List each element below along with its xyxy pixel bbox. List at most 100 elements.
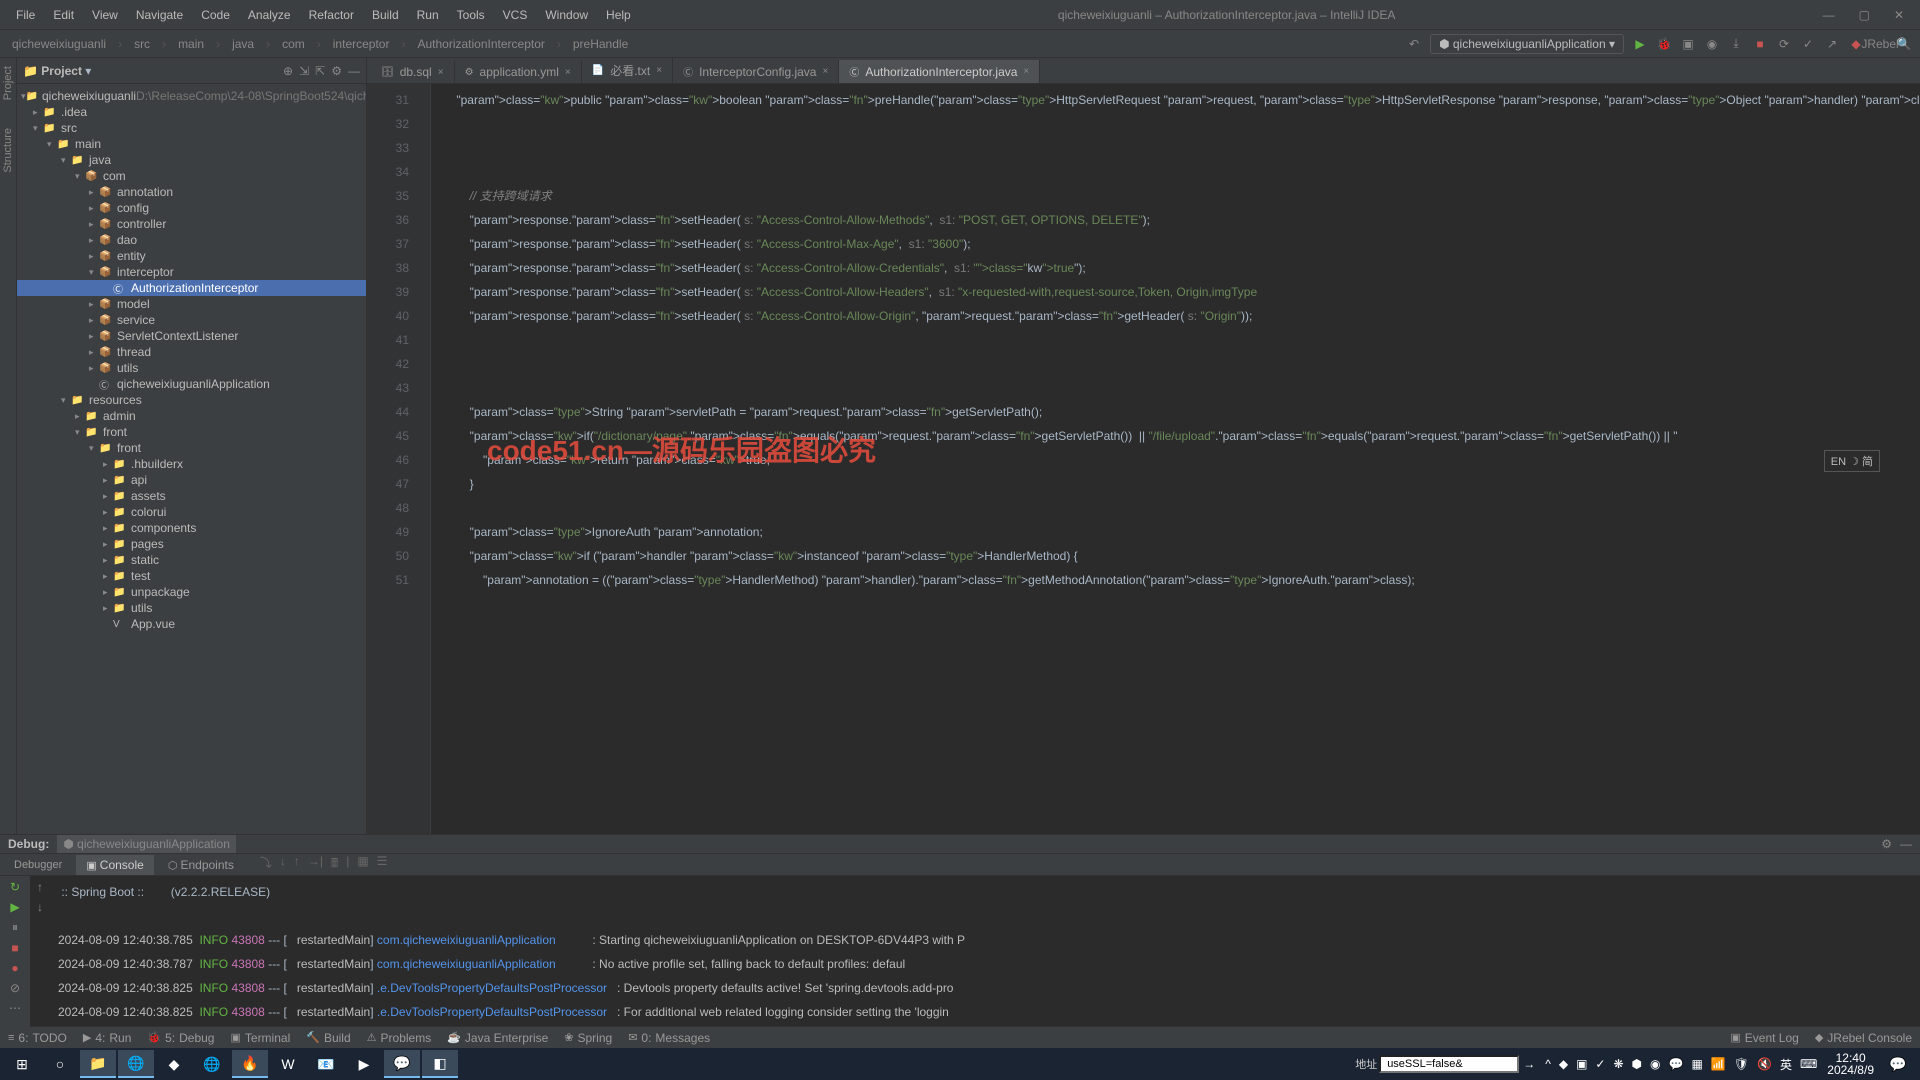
messages-tab[interactable]: ✉ 0:Messages bbox=[628, 1031, 710, 1045]
endpoints-tab[interactable]: ⬡ Endpoints bbox=[158, 855, 244, 875]
editor-tab[interactable]: 📄必看.txt× bbox=[582, 58, 673, 83]
menu-file[interactable]: File bbox=[8, 4, 43, 26]
wechat-icon[interactable]: 💬 bbox=[384, 1050, 420, 1078]
more-icon[interactable]: ⋯ bbox=[9, 1001, 21, 1015]
tree-node[interactable]: ▸📦thread bbox=[17, 344, 366, 360]
menu-window[interactable]: Window bbox=[537, 4, 596, 26]
editor-tab[interactable]: ⒸAuthorizationInterceptor.java× bbox=[839, 60, 1040, 83]
maximize-button[interactable]: ▢ bbox=[1851, 4, 1878, 26]
tree-node[interactable]: ▸📦controller bbox=[17, 216, 366, 232]
tree-node[interactable]: ▸📁api bbox=[17, 472, 366, 488]
layout2-icon[interactable]: ☰ bbox=[377, 854, 388, 875]
editor-tab[interactable]: ⒸInterceptorConfig.java× bbox=[673, 60, 839, 83]
expand-all-icon[interactable]: ⇲ bbox=[299, 64, 309, 78]
tray-lang[interactable]: 英 bbox=[1780, 1056, 1792, 1073]
tree-node[interactable]: ▸📁assets bbox=[17, 488, 366, 504]
cortana-icon[interactable]: ○ bbox=[42, 1050, 78, 1078]
step-over-icon[interactable]: ⤵ bbox=[260, 854, 272, 875]
coverage-icon[interactable]: ▣ bbox=[1680, 36, 1696, 52]
crumb[interactable]: AuthorizationInterceptor bbox=[413, 35, 548, 53]
tray-icon[interactable]: 📶 bbox=[1711, 1057, 1726, 1071]
settings-icon[interactable]: ⚙ bbox=[331, 64, 342, 78]
tree-node[interactable]: ▾📁java bbox=[17, 152, 366, 168]
tree-node[interactable]: ▸📦config bbox=[17, 200, 366, 216]
tree-node[interactable]: ▸📦dao bbox=[17, 232, 366, 248]
debug-settings-icon[interactable]: ⚙ bbox=[1881, 837, 1892, 851]
select-opened-icon[interactable]: ⊕ bbox=[283, 64, 293, 78]
mute-bp-icon[interactable]: ⊘ bbox=[10, 981, 20, 995]
debugger-tab[interactable]: Debugger bbox=[4, 856, 72, 874]
crumb[interactable]: java bbox=[228, 35, 258, 53]
project-view-dropdown[interactable]: 📁 Project ▾ bbox=[23, 64, 91, 78]
editor-tab[interactable]: ⚙application.yml× bbox=[455, 61, 582, 83]
code-text[interactable]: "param">class="kw">public "param">class=… bbox=[431, 84, 1920, 834]
tree-node[interactable]: ▾📁src bbox=[17, 120, 366, 136]
tree-node[interactable]: ▸📁components bbox=[17, 520, 366, 536]
tool-project[interactable]: Project bbox=[0, 62, 16, 104]
step-into-icon[interactable]: ↓ bbox=[280, 854, 286, 875]
crumb[interactable]: qicheweixiuguanli bbox=[8, 35, 110, 53]
tree-node[interactable]: ▾📁front bbox=[17, 440, 366, 456]
search-icon[interactable]: 🔍 bbox=[1896, 36, 1912, 52]
pause-icon[interactable]: ⏸ bbox=[12, 920, 18, 935]
layout-icon[interactable]: ▦ bbox=[357, 854, 368, 875]
project-tree[interactable]: ▾📁qicheweixiuguanli D:\ReleaseComp\24-08… bbox=[17, 84, 366, 834]
menu-help[interactable]: Help bbox=[598, 4, 639, 26]
run-cursor-icon[interactable]: →| bbox=[308, 854, 323, 875]
tool-structure[interactable]: Structure bbox=[0, 124, 16, 177]
back-icon[interactable]: ↶ bbox=[1406, 36, 1422, 52]
tree-node[interactable]: ▸📁admin bbox=[17, 408, 366, 424]
tree-node[interactable]: ▾📁qicheweixiuguanli D:\ReleaseComp\24-08… bbox=[17, 88, 366, 104]
tree-node[interactable]: ▸📁utils bbox=[17, 600, 366, 616]
profile-icon[interactable]: ◉ bbox=[1704, 36, 1720, 52]
tree-node[interactable]: ▾📦interceptor bbox=[17, 264, 366, 280]
code-editor[interactable]: 3132333435363738394041424344454647484950… bbox=[367, 84, 1920, 834]
problems-tab[interactable]: ⚠ Problems bbox=[367, 1031, 432, 1045]
menu-code[interactable]: Code bbox=[193, 4, 238, 26]
tree-node[interactable]: ▸📦entity bbox=[17, 248, 366, 264]
tray-icon[interactable]: ⬢ bbox=[1632, 1057, 1642, 1071]
git-update-icon[interactable]: ⟳ bbox=[1776, 36, 1792, 52]
app1-icon[interactable]: ◆ bbox=[156, 1050, 192, 1078]
editor-tab[interactable]: 🗄db.sql× bbox=[371, 61, 455, 83]
tray-up-icon[interactable]: ^ bbox=[1545, 1057, 1551, 1071]
console-output[interactable]: :: Spring Boot :: (v2.2.2.RELEASE) 2024-… bbox=[50, 876, 1920, 1028]
run-tab[interactable]: ▶ 4:Run bbox=[83, 1031, 132, 1045]
hide-icon[interactable]: — bbox=[348, 64, 360, 78]
tree-node[interactable]: ▸📁unpackage bbox=[17, 584, 366, 600]
tree-node[interactable]: ▾📁resources bbox=[17, 392, 366, 408]
tree-node[interactable]: ▸📦ServletContextListener bbox=[17, 328, 366, 344]
spring-tab[interactable]: ❀ Spring bbox=[564, 1031, 612, 1045]
fold-bar[interactable] bbox=[417, 84, 431, 834]
address-input[interactable] bbox=[1379, 1055, 1519, 1073]
crumb[interactable]: src bbox=[130, 35, 154, 53]
tree-node[interactable]: ▸📦model bbox=[17, 296, 366, 312]
view-bp-icon[interactable]: ● bbox=[11, 961, 18, 975]
javaee-tab[interactable]: ☕ Java Enterprise bbox=[447, 1031, 548, 1045]
debug-tab[interactable]: 🐞 5:Debug bbox=[147, 1031, 214, 1045]
debug-hide-icon[interactable]: — bbox=[1900, 837, 1912, 851]
attach-icon[interactable]: ⤓ bbox=[1728, 36, 1744, 52]
tray-icon[interactable]: ◆ bbox=[1559, 1057, 1568, 1071]
wps-icon[interactable]: W bbox=[270, 1050, 306, 1078]
eval-icon[interactable]: 🖩 bbox=[331, 854, 338, 875]
crumb[interactable]: preHandle bbox=[569, 35, 632, 53]
event-log-tab[interactable]: ▣ Event Log bbox=[1730, 1031, 1798, 1045]
menu-analyze[interactable]: Analyze bbox=[240, 4, 299, 26]
tree-node[interactable]: ⒸAuthorizationInterceptor bbox=[17, 280, 366, 296]
crumb[interactable]: interceptor bbox=[329, 35, 394, 53]
explorer-icon[interactable]: 📁 bbox=[80, 1050, 116, 1078]
tray-icon[interactable]: ❋ bbox=[1613, 1057, 1623, 1071]
tree-node[interactable]: ▾📦com bbox=[17, 168, 366, 184]
tree-node[interactable]: ▸📦service bbox=[17, 312, 366, 328]
tree-node[interactable]: ▸📁colorui bbox=[17, 504, 366, 520]
tray-icon[interactable]: ✓ bbox=[1595, 1057, 1605, 1071]
tray-icon[interactable]: ▦ bbox=[1691, 1057, 1702, 1071]
tray-icon[interactable]: ▣ bbox=[1576, 1057, 1587, 1071]
close-button[interactable]: ✕ bbox=[1886, 4, 1912, 26]
crumb[interactable]: com bbox=[278, 35, 309, 53]
debug-app-tab[interactable]: ⬢ qicheweixiuguanliApplication bbox=[57, 835, 236, 853]
tree-node[interactable]: ▾📁main bbox=[17, 136, 366, 152]
tree-node[interactable]: ▸📁pages bbox=[17, 536, 366, 552]
address-go[interactable]: → bbox=[1523, 1057, 1535, 1071]
